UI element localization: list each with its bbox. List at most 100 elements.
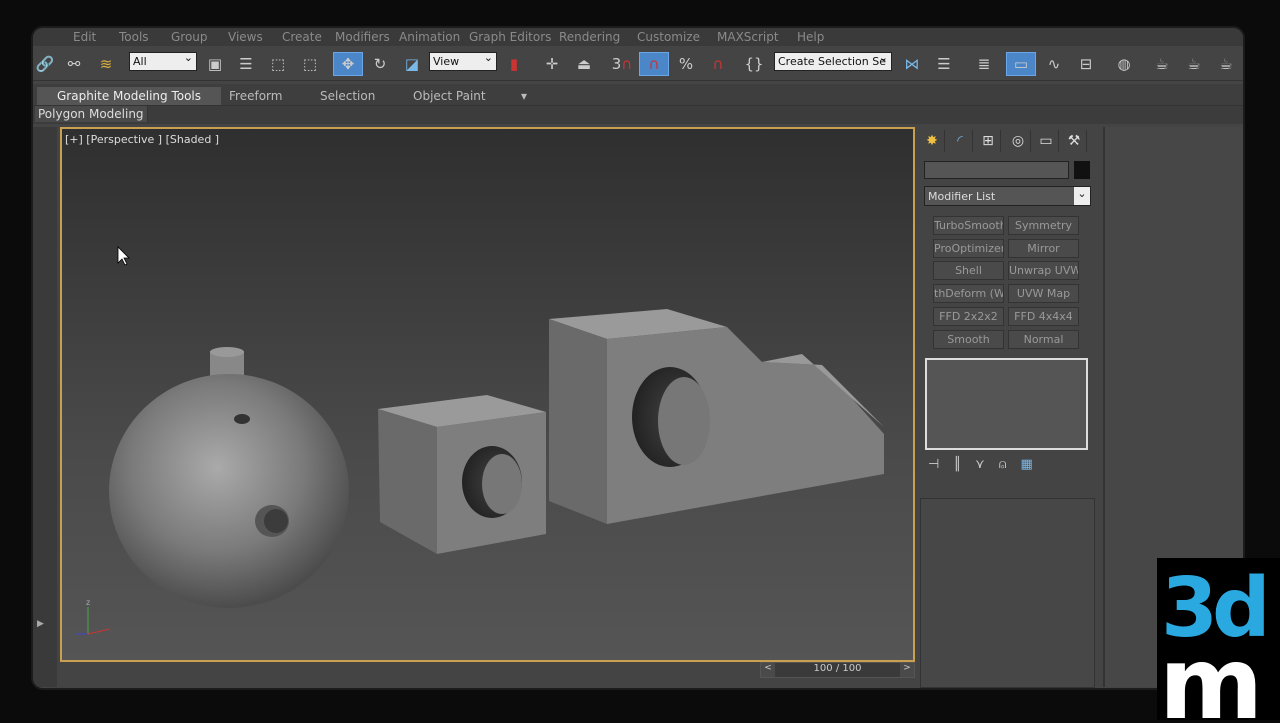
mouse-cursor-icon [117, 246, 130, 266]
utilities-tab-icon[interactable]: ⚒ [1062, 130, 1087, 152]
modifier-button[interactable]: Normal [1008, 330, 1079, 349]
logo-graphic: 3d m [1159, 561, 1271, 723]
object-name-field[interactable] [924, 161, 1069, 179]
menu-maxscript[interactable]: MAXScript [717, 29, 779, 44]
pivot-center-icon[interactable]: ▮ [501, 52, 527, 76]
selection-filter-dropdown[interactable]: All [129, 51, 197, 71]
perspective-viewport[interactable]: [+] [Perspective ] [Shaded ] z [60, 127, 915, 662]
pin-stack-icon[interactable]: ⊣ [928, 457, 939, 472]
axis-z-label: z [86, 598, 90, 607]
rotate-icon[interactable]: ↻ [367, 52, 393, 76]
configure-sets-icon[interactable]: ▦ [1021, 457, 1033, 472]
rendered-frame-icon[interactable]: ☕ [1181, 52, 1207, 76]
modifier-button[interactable]: Shell [933, 261, 1004, 280]
modifier-button[interactable]: ProOptimizer [933, 239, 1004, 258]
time-next-button[interactable]: > [900, 663, 914, 677]
snap-label: 3 [611, 55, 622, 73]
modifier-button[interactable]: Mirror [1008, 239, 1079, 258]
display-tab-icon[interactable]: ▭ [1034, 130, 1059, 152]
menu-group[interactable]: Group [171, 29, 208, 44]
tab-freeform[interactable]: Freeform [229, 87, 282, 105]
menu-tools[interactable]: Tools [119, 29, 149, 44]
make-unique-icon[interactable]: ⋎ [975, 457, 985, 472]
time-prev-button[interactable]: < [761, 663, 775, 677]
modifier-button[interactable]: Smooth [933, 330, 1004, 349]
select-object-icon[interactable]: ▣ [203, 52, 227, 76]
motion-tab-icon[interactable]: ◎ [1006, 130, 1031, 152]
remove-modifier-icon[interactable]: ⍝ [999, 457, 1007, 472]
spinner-snap-icon[interactable]: ∩ [705, 52, 731, 76]
left-sidebar: ▶ [33, 127, 57, 687]
tab-graphite-modeling-tools[interactable]: Graphite Modeling Tools [37, 87, 222, 105]
sphere-object[interactable] [109, 347, 349, 608]
modifier-list-label: Modifier List [928, 190, 996, 203]
chevron-down-icon: ⌄ [1074, 187, 1090, 205]
expand-arrow-icon[interactable]: ▶ [37, 619, 44, 629]
select-by-name-icon[interactable]: ☰ [233, 52, 259, 76]
tab-selection[interactable]: Selection [320, 87, 375, 105]
menu-edit[interactable]: Edit [73, 29, 96, 44]
mirror-icon[interactable]: ⋈ [899, 52, 925, 76]
menu-rendering[interactable]: Rendering [559, 29, 620, 44]
wedge-block-object[interactable] [549, 309, 884, 524]
move-icon[interactable]: ✥ [333, 52, 363, 76]
menu-views[interactable]: Views [228, 29, 263, 44]
cube-object[interactable] [378, 395, 546, 554]
tab-object-paint[interactable]: Object Paint [413, 87, 486, 105]
scale-icon[interactable]: ◪ [399, 52, 425, 76]
menu-modifiers[interactable]: Modifiers [335, 29, 390, 44]
layer-manager-icon[interactable]: ≣ [971, 52, 997, 76]
snap-toggle-icon[interactable]: 3 ∩ [609, 52, 635, 76]
rect-selection-icon[interactable]: ⬚ [265, 52, 291, 76]
show-end-result-icon[interactable]: ║ [953, 457, 961, 472]
align-icon[interactable]: ☰ [931, 52, 957, 76]
modifier-button[interactable]: FFD 4x4x4 [1008, 307, 1079, 326]
ribbon-options-icon[interactable]: ▾ [521, 87, 527, 105]
time-slider-value: 100 / 100 [813, 663, 862, 674]
percent-snap-icon[interactable]: % [673, 52, 699, 76]
material-editor-icon[interactable]: ◍ [1111, 52, 1137, 76]
modify-tab-icon[interactable]: ◜ [948, 130, 973, 152]
menu-create[interactable]: Create [282, 29, 322, 44]
scene-canvas: z [76, 246, 884, 635]
bind-space-warp-icon[interactable]: ≋ [93, 52, 119, 76]
modifier-stack[interactable] [925, 358, 1088, 450]
menu-bar: Edit Tools Group Views Create Modifiers … [33, 28, 1243, 46]
modifier-button[interactable]: Unwrap UVW [1008, 261, 1079, 280]
menu-graph-editors[interactable]: Graph Editors [469, 29, 551, 44]
object-color-swatch[interactable] [1074, 161, 1090, 179]
modifier-button[interactable]: thDeform (WSI [933, 284, 1004, 303]
render-setup-icon[interactable]: ☕ [1149, 52, 1175, 76]
create-tab-icon[interactable]: ✸ [920, 130, 945, 152]
manipulate-icon[interactable]: ✛ [539, 52, 565, 76]
reference-coordinate-dropdown[interactable]: View [429, 51, 497, 71]
axis-gizmo [76, 607, 111, 635]
link-icon[interactable]: 🔗 [33, 52, 57, 76]
modifier-button[interactable]: FFD 2x2x2 [933, 307, 1004, 326]
angle-snap-icon[interactable]: ∩ [639, 52, 669, 76]
menu-customize[interactable]: Customize [637, 29, 700, 44]
modifier-list-dropdown[interactable]: Modifier List ⌄ [924, 186, 1091, 206]
app-window: Edit Tools Group Views Create Modifiers … [33, 28, 1243, 688]
polygon-modeling-panel[interactable]: Polygon Modeling [35, 106, 148, 122]
time-slider[interactable]: < 100 / 100 > [760, 662, 915, 678]
modifier-button[interactable]: Symmetry [1008, 216, 1079, 235]
schematic-view-icon[interactable]: ⊟ [1073, 52, 1099, 76]
modifier-button[interactable]: TurboSmooth [933, 216, 1004, 235]
unlink-icon[interactable]: ⚯ [61, 52, 87, 76]
svg-text:m: m [1159, 625, 1263, 720]
curve-editor-icon[interactable]: ∿ [1041, 52, 1067, 76]
menu-help[interactable]: Help [797, 29, 824, 44]
modifier-button[interactable]: UVW Map [1008, 284, 1079, 303]
3dm-logo: 3d m [1157, 558, 1280, 723]
ribbon-tabs: Graphite Modeling Tools Freeform Selecti… [33, 84, 1243, 106]
menu-animation[interactable]: Animation [399, 29, 460, 44]
named-selection-dropdown[interactable]: Create Selection Se [774, 51, 892, 71]
window-crossing-icon[interactable]: ⬚ [297, 52, 323, 76]
render-icon[interactable]: ☕ [1213, 52, 1239, 76]
graphite-toggle-icon[interactable]: ▭ [1006, 52, 1036, 76]
hierarchy-tab-icon[interactable]: ⊞ [976, 130, 1001, 152]
ribbon-panel: Polygon Modeling [33, 106, 1243, 124]
keyboard-shortcut-icon[interactable]: ⏏ [571, 52, 597, 76]
edit-named-selection-icon[interactable]: {} [741, 52, 767, 76]
